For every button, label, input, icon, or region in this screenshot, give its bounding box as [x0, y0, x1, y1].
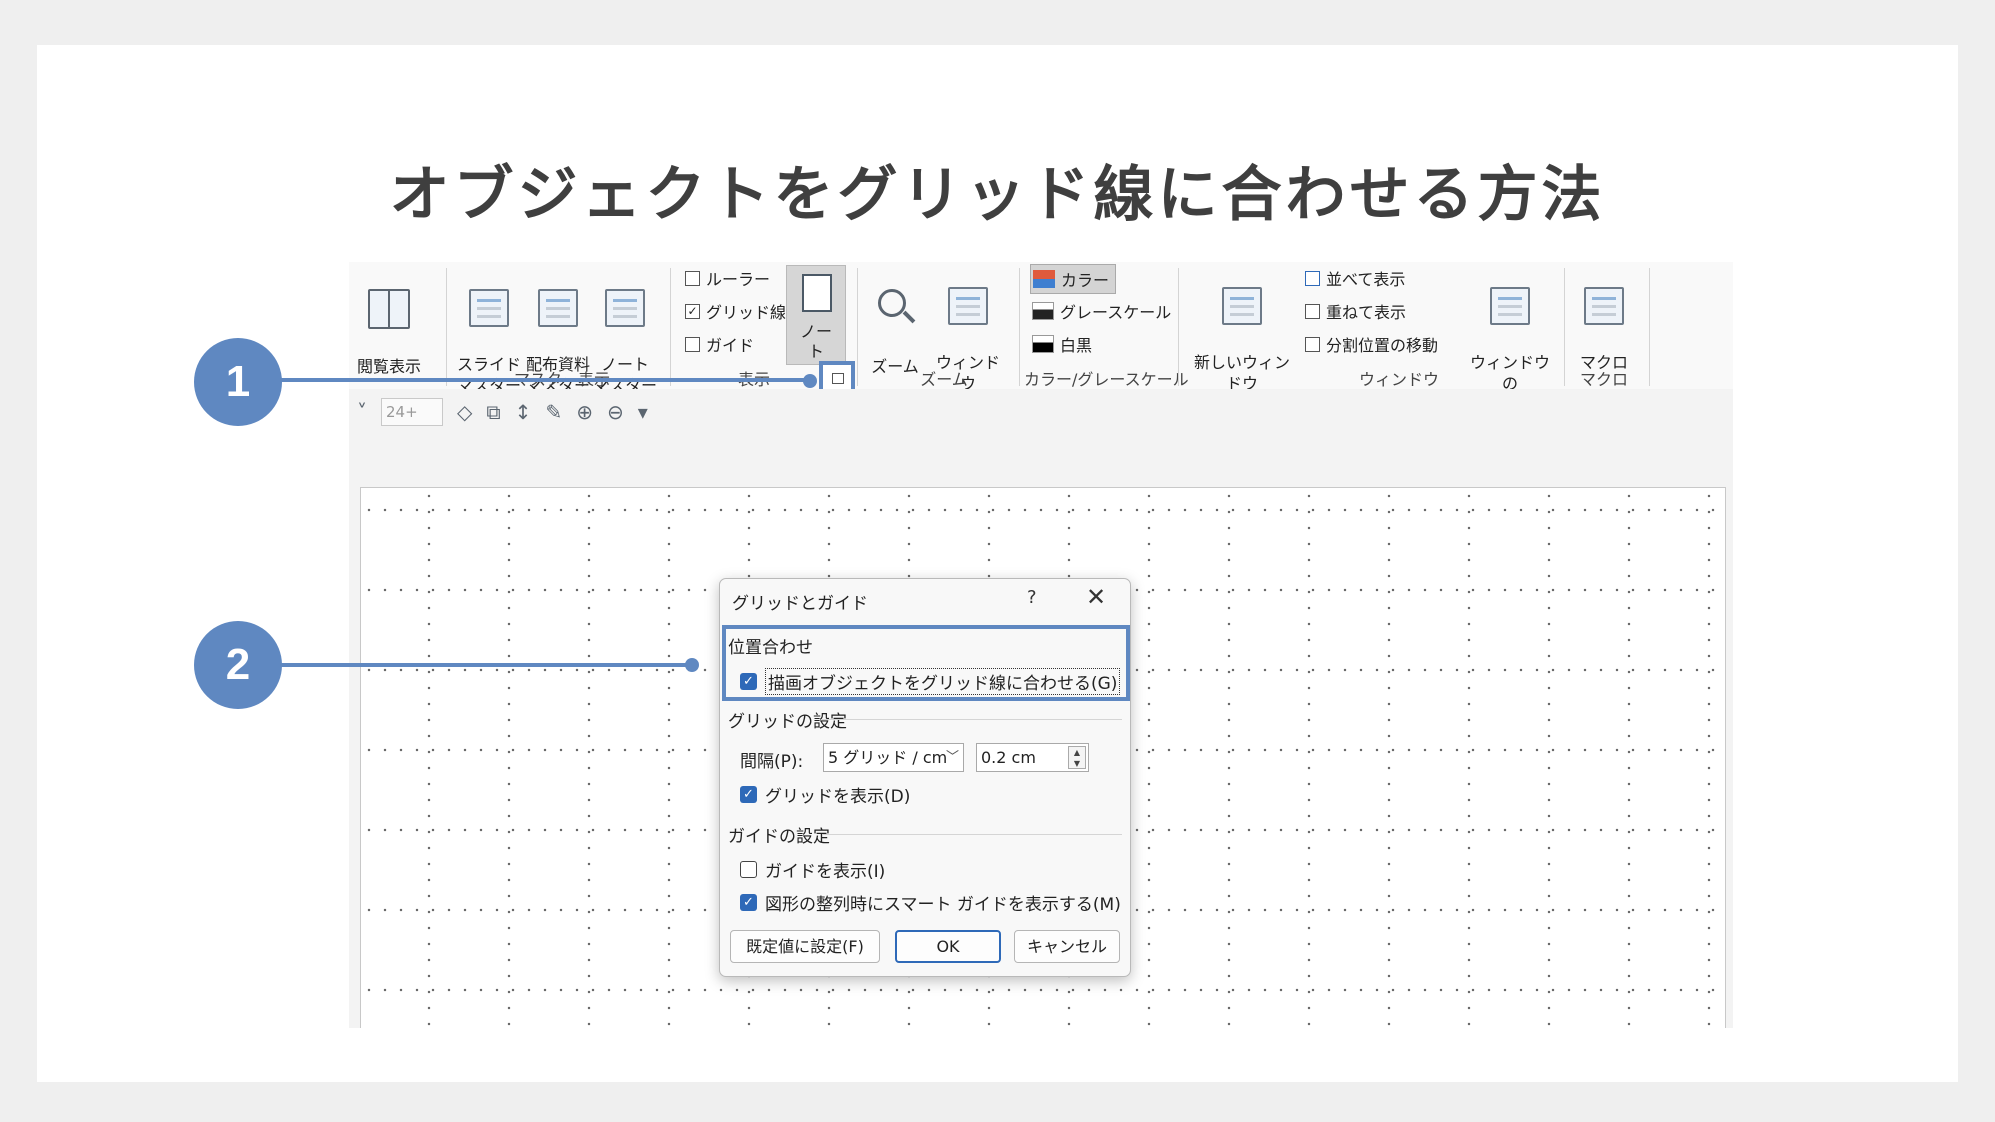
handout-master-icon [538, 289, 578, 327]
ribbon-separator [1019, 268, 1020, 386]
switch-windows-icon [1490, 287, 1530, 325]
zoom-button[interactable]: ズーム [865, 266, 925, 377]
dialog-launcher-icon [832, 373, 844, 384]
help-icon[interactable]: ? [1027, 587, 1037, 608]
notes-button[interactable]: ノー ト [786, 265, 846, 365]
callout-2-line [240, 663, 692, 667]
divider [822, 834, 1122, 835]
show-guides-label: ガイドを表示(I) [765, 862, 886, 882]
ruler-checkbox[interactable]: ルーラー [685, 266, 770, 290]
arrange-all-button[interactable]: 並べて表示 [1305, 266, 1405, 290]
smart-guides-checkbox[interactable]: ✓ 図形の整列時にスマート ガイドを表示する(M) [740, 890, 1121, 915]
arrange-all-icon [1305, 270, 1320, 286]
move-split-label: 分割位置の移動 [1326, 336, 1439, 355]
callout-1-badge: 1 [194, 338, 282, 426]
divider [822, 719, 1122, 720]
callout-1-dot [803, 374, 817, 388]
chevron-down-icon[interactable]: ˅ [357, 400, 367, 424]
spacing-select-value: 5 グリッド / cm [828, 748, 948, 767]
smart-guides-label: 図形の整列時にスマート ガイドを表示する(M) [765, 895, 1121, 915]
cascade-icon [1305, 303, 1320, 319]
gridlines-label: グリッド線 [706, 303, 787, 322]
section-guide-heading: ガイドの設定 [728, 827, 830, 847]
show-grid-check-icon: ✓ [740, 786, 757, 803]
callout-1-line [240, 378, 810, 382]
arrange-all-label: 並べて表示 [1326, 270, 1406, 289]
chevron-down-icon: ﹀ [945, 750, 959, 765]
dialog-title: グリッドとガイド [732, 594, 868, 614]
callout-2-badge: 2 [194, 621, 282, 709]
show-guides-checkbox[interactable]: ガイドを表示(I) [740, 857, 885, 882]
black-white-swatch-icon [1032, 335, 1054, 353]
height-icon[interactable]: ↕ [515, 400, 532, 424]
move-split-button[interactable]: 分割位置の移動 [1305, 332, 1438, 356]
ribbon-separator [1178, 268, 1179, 386]
slide-master-icon [469, 289, 509, 327]
close-icon[interactable]: ✕ [1086, 583, 1106, 611]
black-white-label: 白黒 [1060, 336, 1093, 355]
grayscale-swatch-icon [1032, 302, 1054, 320]
black-white-button[interactable]: 白黒 [1032, 332, 1092, 356]
guides-label: ガイド [706, 336, 755, 355]
notes-pane-icon [802, 274, 832, 312]
ribbon-separator [446, 268, 447, 386]
set-default-button[interactable]: 既定値に設定(F) [730, 930, 880, 963]
font-size-box[interactable]: 24+ [381, 397, 443, 426]
show-grid-label: グリッドを表示(D) [765, 787, 911, 807]
color-swatch-icon [1033, 270, 1055, 288]
gridlines-checkbox[interactable]: ✓ グリッド線 [685, 299, 786, 323]
spacing-select[interactable]: 5 グリッド / cm ﹀ [823, 743, 964, 772]
notes-master-icon [605, 289, 645, 327]
color-label: カラー [1061, 271, 1110, 290]
cascade-label: 重ねて表示 [1326, 303, 1407, 322]
ribbon-separator [1649, 268, 1650, 386]
cancel-button[interactable]: キャンセル [1014, 930, 1120, 963]
move-split-icon [1305, 336, 1320, 352]
guides-check-icon [685, 336, 700, 352]
magnifier-icon [874, 287, 916, 329]
callout-2-dot [685, 658, 699, 672]
snap-highlight-box [722, 625, 1130, 701]
spacing-spinner[interactable]: 0.2 cm ▲ ▼ [976, 743, 1089, 772]
reading-view-label: 閲覧表示 [357, 357, 422, 376]
ruler-label: ルーラー [706, 270, 771, 289]
ribbon-separator [857, 268, 858, 386]
smart-guides-check-icon: ✓ [740, 894, 757, 911]
new-window-icon [1222, 287, 1262, 325]
page-title: オブジェクトをグリッド線に合わせる方法 [389, 160, 1606, 230]
zoom-in-icon[interactable]: ⊕ [576, 400, 593, 424]
gridlines-check-icon: ✓ [685, 303, 700, 319]
shape-icon[interactable]: ◇ [457, 400, 472, 424]
quick-toolbar: ˅ 24+ ◇ ⧉ ↕ ✎ ⊕ ⊖ ▾ [349, 389, 1733, 434]
group-label-zoom: ズーム [920, 370, 968, 389]
guides-checkbox[interactable]: ガイド [685, 332, 754, 356]
notes-label: ノー ト [799, 322, 832, 361]
show-guides-check-icon [740, 861, 757, 878]
ruler-check-icon [685, 270, 700, 286]
view-ribbon: 閲覧表示 スライド マスター 配布資料 マスター ノート マスター マスター表示… [349, 262, 1733, 435]
ok-button[interactable]: OK [895, 930, 1001, 963]
macros-icon [1584, 287, 1624, 325]
reading-view-button[interactable]: 閲覧表示 [357, 268, 421, 377]
color-button[interactable]: カラー [1030, 264, 1117, 294]
spacing-spinner-value: 0.2 cm [981, 748, 1036, 767]
zoom-out-icon[interactable]: ⊖ [607, 400, 624, 424]
arrange-icon[interactable]: ⧉ [486, 400, 500, 424]
grayscale-label: グレースケール [1060, 303, 1172, 322]
book-icon [368, 289, 410, 329]
macros-button[interactable]: マクロ [1574, 266, 1634, 373]
spacing-label: 間隔(P): [740, 752, 804, 772]
ribbon-separator [670, 268, 671, 386]
group-label-macro: マクロ [1579, 370, 1628, 389]
format-icon[interactable]: ✎ [545, 400, 562, 424]
spinner-arrows-icon[interactable]: ▲ ▼ [1068, 746, 1086, 769]
fit-window-icon [948, 287, 988, 325]
cascade-button[interactable]: 重ねて表示 [1305, 299, 1406, 323]
group-label-window: ウィンドウ [1358, 370, 1439, 389]
group-label-color: カラー/グレースケール [1024, 370, 1189, 389]
show-grid-checkbox[interactable]: ✓ グリッドを表示(D) [740, 782, 910, 807]
grayscale-button[interactable]: グレースケール [1032, 299, 1171, 323]
ribbon-separator [1564, 268, 1565, 386]
customize-toolbar-icon[interactable]: ▾ [638, 400, 648, 424]
